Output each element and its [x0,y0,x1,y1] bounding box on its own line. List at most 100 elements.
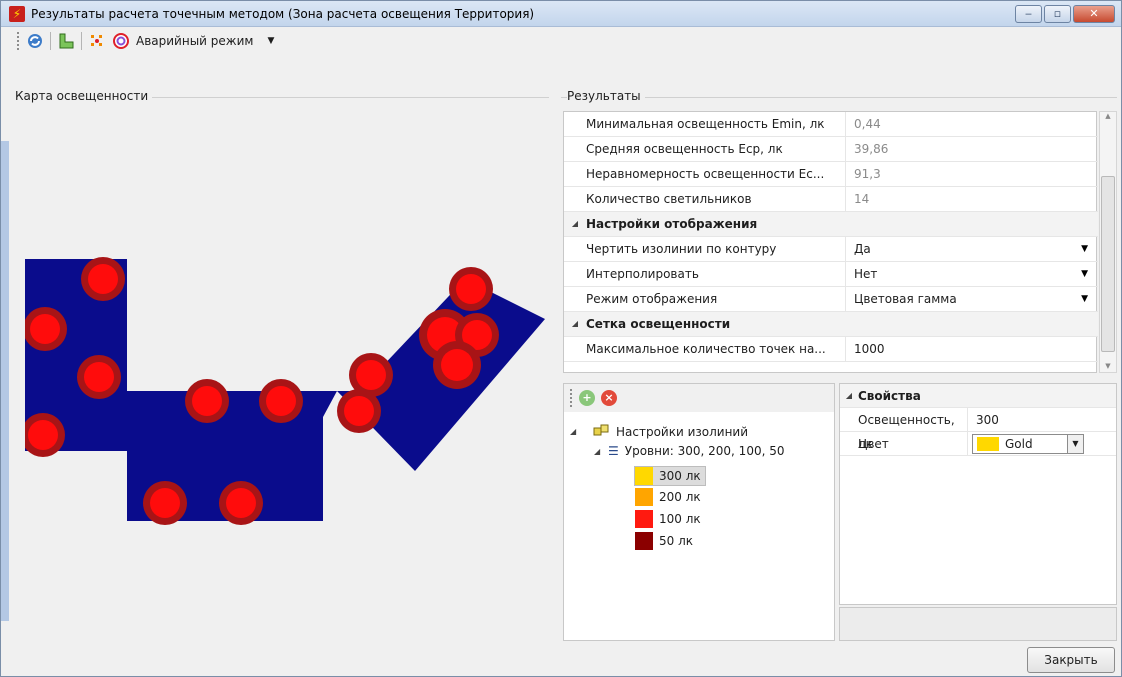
property-row[interactable]: Освещенность, лк 300 [840,408,1116,451]
tree-level-item[interactable]: 50 лк [635,532,693,550]
setting-value-dropdown[interactable]: Нет ▼ [846,262,1098,286]
property-row[interactable]: Цвет Gold ▼ [840,432,1116,456]
emergency-dropdown-arrow[interactable]: ▼ [267,36,274,46]
result-name: Неравномерность освещенности Ес... [564,162,846,186]
setting-name: Интерполировать [564,262,846,286]
tree-level-item[interactable]: 300 лк [634,466,706,486]
window-title: Результаты расчета точечным методом (Зон… [31,6,535,21]
setting-value: Цветовая гамма [854,292,957,306]
results-scrollbar[interactable]: ▲ ▼ [1099,111,1117,373]
category-grid[interactable]: ◢ Сетка освещенности [564,312,1098,337]
setting-value-dropdown[interactable]: Цветовая гамма ▼ [846,287,1098,311]
chevron-down-icon[interactable]: ▼ [1067,435,1083,453]
toolbar-grip[interactable] [570,389,573,407]
results-property-grid[interactable]: Минимальная освещенность Emin, лк 0,44 С… [563,111,1098,373]
category-label: Сетка освещенности [586,317,731,331]
maximize-button[interactable]: ▫ [1044,5,1071,23]
result-name: Минимальная освещенность Emin, лк [564,112,846,136]
light-spot [337,389,381,433]
tree-root-node[interactable]: ◢ Настройки изолиний [570,422,748,441]
result-value: 14 [854,192,870,206]
setting-name: Режим отображения [564,287,846,311]
illuminance-map-group: Карта освещенности [15,89,549,639]
tree-levels-node[interactable]: ◢ ☰ Уровни: 300, 200, 100, 50 [594,444,784,458]
setting-row[interactable]: Чертить изолинии по контуру Да ▼ [564,237,1098,262]
category-display-settings[interactable]: ◢ Настройки отображения [564,212,1098,237]
minimize-button[interactable]: ‒ [1015,5,1042,23]
color-combobox[interactable]: Gold ▼ [972,434,1084,454]
result-name: Средняя освещенность Еср, лк [564,137,846,161]
dropdown-arrow-icon[interactable]: ▼ [1081,262,1088,286]
light-spot [433,341,481,389]
close-window-button[interactable]: ✕ [1073,5,1115,23]
toolbar-separator [81,32,82,50]
setting-row[interactable]: Интерполировать Нет ▼ [564,262,1098,287]
collapse-triangle-icon[interactable]: ◢ [840,384,858,407]
collapse-triangle-icon[interactable]: ◢ [564,212,586,236]
delete-icon[interactable]: × [601,390,617,406]
dropdown-arrow-icon[interactable]: ▼ [1081,237,1088,261]
toolbar-separator [50,32,51,50]
property-description-area [839,607,1117,641]
tree-toolbar: + × [564,384,834,412]
result-value: 91,3 [854,167,881,181]
result-row[interactable]: Средняя освещенность Еср, лк 39,86 [564,137,1098,162]
result-value: 0,44 [854,117,881,131]
toolbar-grip[interactable] [17,32,20,50]
light-spot [77,355,121,399]
setting-name: Чертить изолинии по контуру [564,237,846,261]
scroll-down-icon[interactable]: ▼ [1100,362,1116,370]
main-window: ⚡ Результаты расчета точечным методом (З… [0,0,1122,677]
close-button[interactable]: Закрыть [1027,647,1115,673]
setting-value: Нет [854,267,878,281]
level-color-swatch [635,510,653,528]
category-label: Настройки отображения [586,217,758,231]
setting-value[interactable]: 1000 [846,337,1098,361]
dropdown-arrow-icon[interactable]: ▼ [1081,287,1088,311]
app-lightning-icon: ⚡ [9,5,25,22]
collapse-triangle-icon[interactable]: ◢ [564,312,586,336]
isolines-tree-panel: + × ◢ Настройки изолиний ◢ ☰ Уровни: 300… [563,383,835,641]
scrollbar-thumb[interactable] [1101,176,1115,352]
emergency-mode-label[interactable]: Аварийный режим [136,34,253,48]
layout-icon[interactable] [57,32,75,50]
result-row[interactable]: Неравномерность освещенности Ес... 91,3 [564,162,1098,187]
expand-triangle-icon[interactable]: ◢ [570,427,584,436]
property-value[interactable]: 300 [968,408,1116,431]
result-row[interactable]: Минимальная освещенность Emin, лк 0,44 [564,112,1098,137]
level-color-swatch [635,467,653,485]
level-color-swatch [635,488,653,506]
tree-levels-label: Уровни: 300, 200, 100, 50 [624,444,785,458]
setting-value-dropdown[interactable]: Да ▼ [846,237,1098,261]
level-label: 50 лк [659,534,694,548]
light-spot [143,481,187,525]
setting-row[interactable]: Режим отображения Цветовая гамма ▼ [564,287,1098,312]
points-icon[interactable] [88,32,106,50]
left-edge-strip [1,141,9,621]
scroll-up-icon[interactable]: ▲ [1100,112,1116,120]
light-spot [259,379,303,423]
emergency-mode-icon[interactable] [112,32,130,50]
illuminance-map[interactable] [25,99,545,539]
properties-title: Свойства [858,389,921,403]
result-row[interactable]: Количество светильников 14 [564,187,1098,212]
light-spot [185,379,229,423]
expand-triangle-icon[interactable]: ◢ [594,447,608,456]
list-icon: ☰ [608,444,619,458]
light-spot [81,257,125,301]
tree-level-item[interactable]: 200 лк [635,488,701,506]
level-label: 300 лк [659,469,701,483]
properties-category[interactable]: ◢ Свойства [840,384,1116,408]
setting-row[interactable]: Максимальное количество точек на... 1000 [564,337,1098,362]
results-title: Результаты [567,89,645,103]
refresh-icon[interactable] [26,32,44,50]
setting-value: Да [854,242,871,256]
result-value: 39,86 [854,142,889,156]
color-value: Gold [1005,437,1033,451]
add-icon[interactable]: + [579,390,595,406]
color-property-cell: Gold ▼ [968,432,1116,455]
tree-level-item[interactable]: 100 лк [635,510,701,528]
color-swatch [977,437,999,451]
tree-root-label: Настройки изолиний [616,424,749,439]
properties-panel: ◢ Свойства Освещенность, лк 300 Цвет Gol… [839,383,1117,605]
